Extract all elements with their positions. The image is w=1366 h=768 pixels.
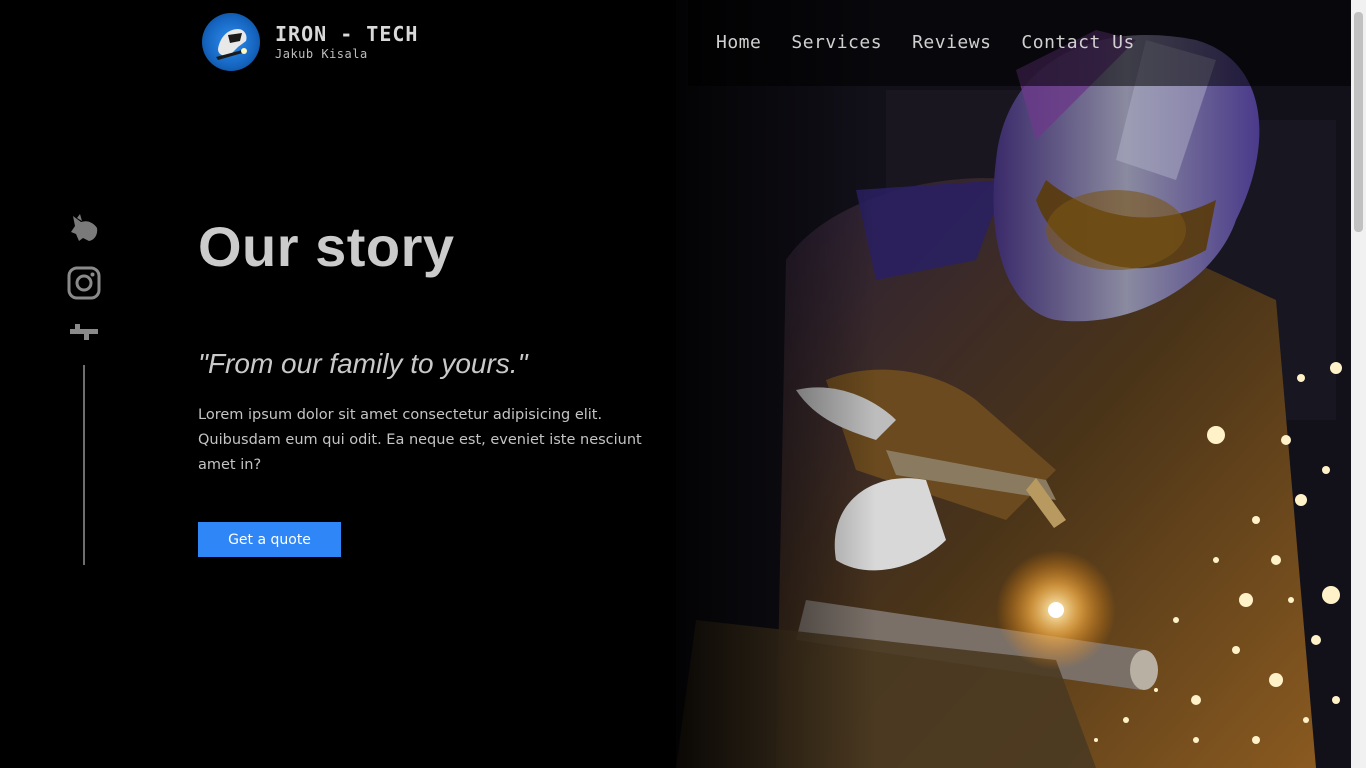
story-body: Lorem ipsum dolor sit amet consectetur a… — [198, 407, 642, 473]
main-nav: Home Services Reviews Contact Us — [716, 30, 1165, 56]
wolf-icon[interactable] — [67, 210, 101, 244]
instagram-icon[interactable] — [67, 266, 101, 300]
brand-title: IRON - TECH — [275, 22, 419, 46]
hero-fade — [676, 0, 876, 768]
brand[interactable]: IRON - TECH Jakub Kisala — [202, 13, 418, 71]
page-title: Our story — [198, 215, 455, 278]
tagline-quote: "From our family to yours." — [198, 348, 528, 379]
get-quote-button[interactable]: Get a quote — [198, 522, 341, 557]
brand-icon[interactable] — [67, 322, 101, 356]
nav-services[interactable]: Services — [791, 30, 882, 56]
nav-reviews[interactable]: Reviews — [912, 30, 991, 56]
hero-image — [676, 0, 1351, 768]
navbar: IRON - TECH Jakub Kisala Home Services R… — [0, 0, 1351, 86]
nav-home[interactable]: Home — [716, 30, 761, 56]
sidebar-divider — [83, 365, 85, 565]
social-sidebar — [67, 210, 101, 565]
brand-subtitle: Jakub Kisala — [275, 47, 368, 61]
scrollbar-thumb[interactable] — [1354, 12, 1363, 232]
welder-logo-icon[interactable] — [202, 13, 260, 71]
scrollbar[interactable] — [1351, 0, 1366, 768]
nav-contact-us[interactable]: Contact Us — [1021, 30, 1134, 56]
